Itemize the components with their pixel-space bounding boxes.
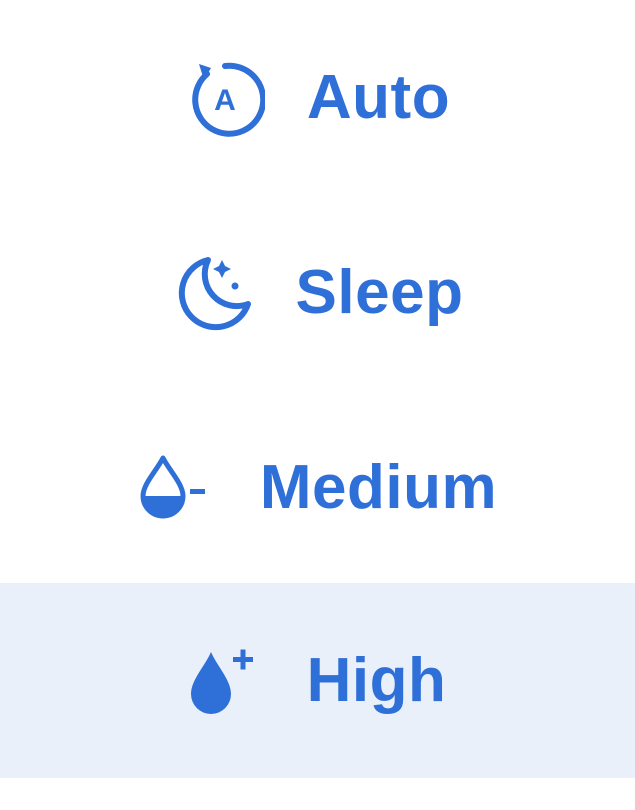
menu-item-auto[interactable]: A Auto bbox=[0, 0, 635, 195]
menu-item-label: High bbox=[306, 646, 447, 715]
menu-item-label: Auto bbox=[306, 63, 451, 132]
drop-minus-icon bbox=[138, 453, 210, 523]
mode-menu: A Auto Sleep Medium High bbox=[0, 0, 635, 810]
menu-item-medium[interactable]: Medium bbox=[0, 390, 635, 585]
sleep-moon-icon bbox=[172, 252, 254, 334]
menu-item-sleep[interactable]: Sleep bbox=[0, 195, 635, 390]
drop-plus-icon bbox=[189, 644, 257, 718]
svg-text:A: A bbox=[214, 84, 236, 117]
menu-item-label: Sleep bbox=[295, 258, 464, 327]
auto-mode-icon: A bbox=[185, 58, 265, 138]
menu-item-high[interactable]: High bbox=[0, 583, 635, 778]
menu-item-label: Medium bbox=[259, 453, 498, 522]
